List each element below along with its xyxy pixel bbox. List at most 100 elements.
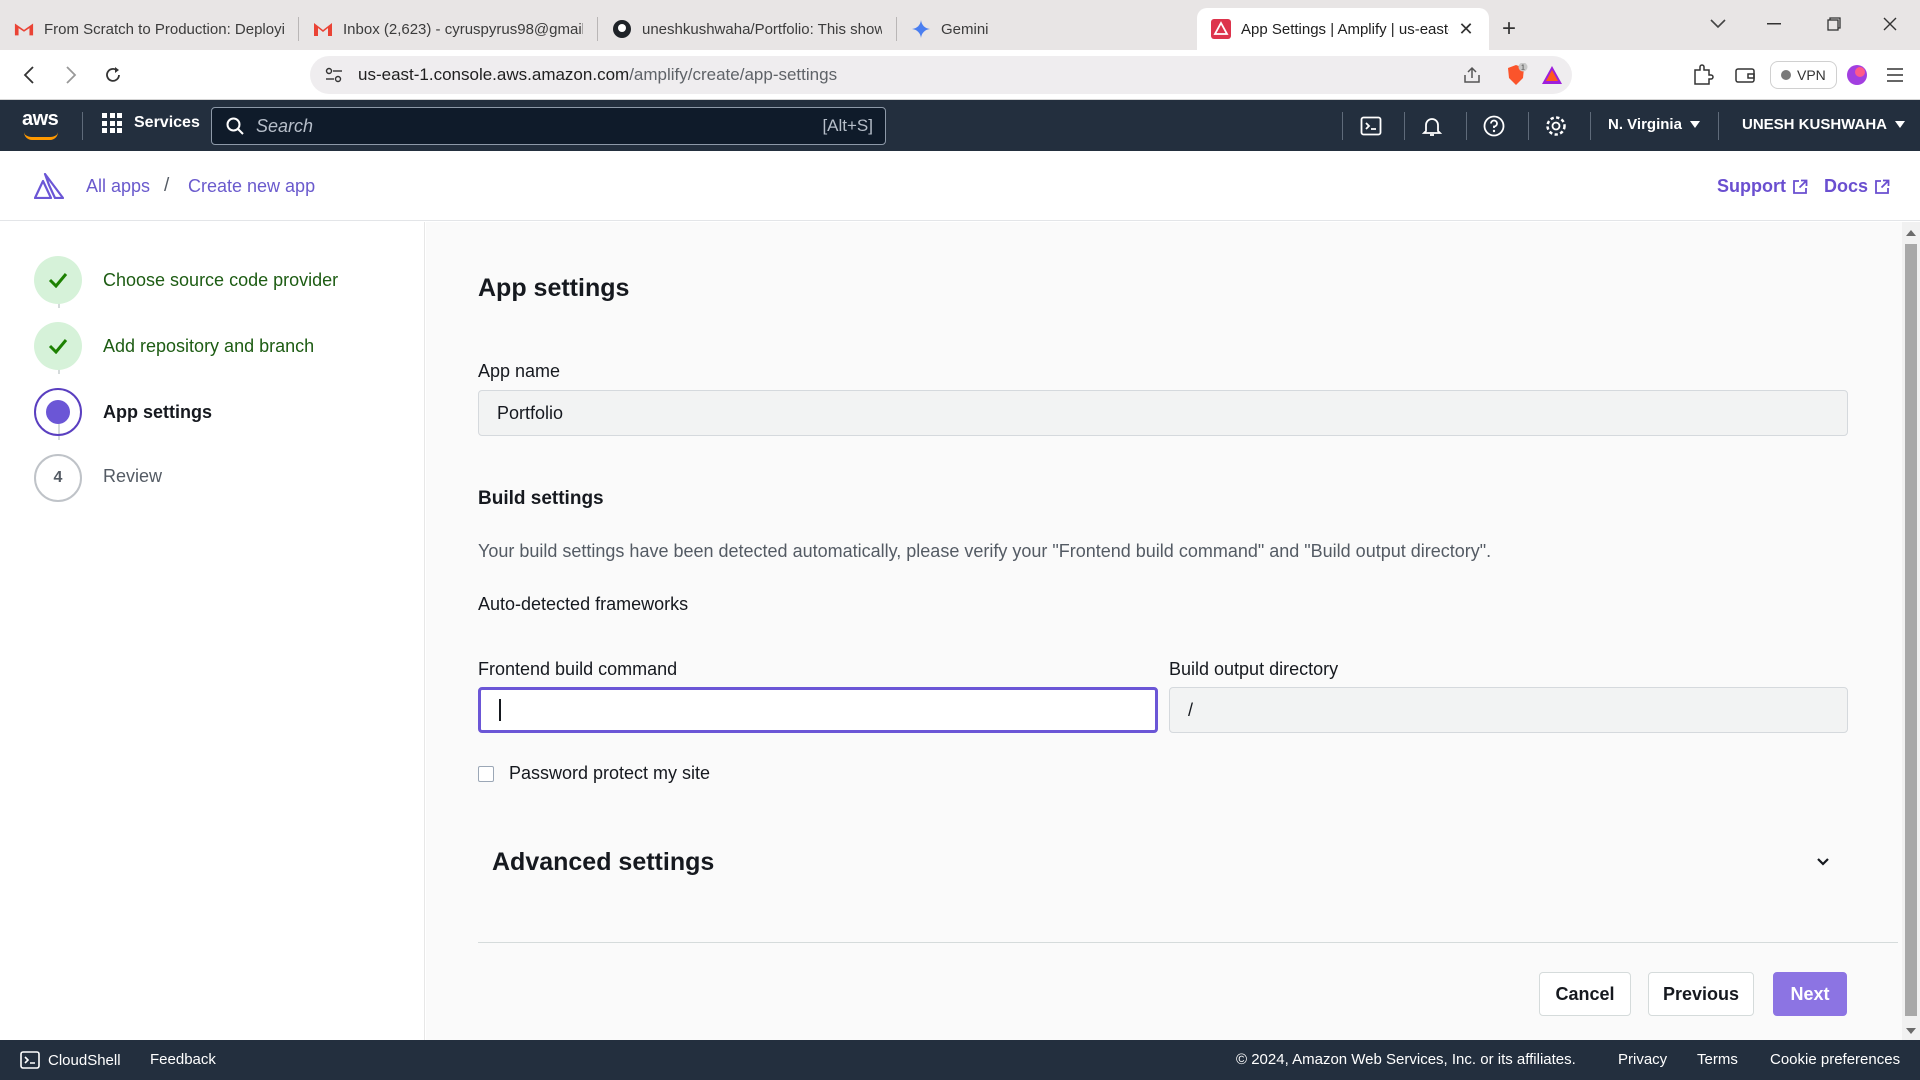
forward-icon[interactable]: [56, 60, 86, 90]
copyright-text: © 2024, Amazon Web Services, Inc. or its…: [1236, 1051, 1576, 1068]
cookie-preferences-link[interactable]: Cookie preferences: [1770, 1051, 1900, 1068]
cloudshell-button[interactable]: CloudShell: [20, 1051, 121, 1069]
chevron-down-icon[interactable]: [1816, 854, 1830, 872]
minimize-icon[interactable]: [1746, 0, 1802, 48]
breadcrumb-separator: /: [164, 175, 170, 196]
password-protect-checkbox[interactable]: Password protect my site: [478, 763, 710, 784]
restore-icon[interactable]: [1806, 0, 1862, 48]
wallet-icon[interactable]: [1732, 62, 1758, 88]
leo-ai-icon[interactable]: [1844, 62, 1870, 88]
next-button[interactable]: Next: [1773, 972, 1847, 1016]
support-link[interactable]: Support: [1717, 176, 1808, 197]
build-settings-heading: Build settings: [478, 488, 604, 509]
address-bar[interactable]: us-east-1.console.aws.amazon.com/amplify…: [310, 56, 1572, 94]
app-name-input[interactable]: Portfolio: [478, 390, 1848, 436]
vpn-status-icon: [1781, 70, 1791, 80]
extensions-icon[interactable]: [1690, 62, 1716, 88]
account-menu[interactable]: UNESH KUSHWAHA: [1742, 116, 1906, 133]
brave-shields-icon[interactable]: 1: [1504, 62, 1528, 92]
nav-divider: [1718, 112, 1719, 140]
site-info-icon[interactable]: [324, 67, 344, 83]
amplify-icon: [1211, 19, 1231, 39]
app-settings-panel: App settings App name Portfolio Build se…: [426, 222, 1902, 1040]
svg-text:1: 1: [1521, 65, 1525, 72]
new-tab-button[interactable]: +: [1489, 8, 1529, 50]
current-step-icon: [34, 388, 82, 436]
browser-tab[interactable]: Inbox (2,623) - cyruspyrus98@gmail: [299, 8, 597, 50]
feedback-link[interactable]: Feedback: [150, 1051, 216, 1068]
services-menu-button[interactable]: Services: [102, 113, 200, 133]
breadcrumb-create-new-app[interactable]: Create new app: [188, 176, 315, 197]
nav-divider: [1528, 112, 1529, 140]
docs-link[interactable]: Docs: [1824, 176, 1890, 197]
wizard-step-repository[interactable]: Add repository and branch: [34, 322, 314, 370]
console-search-input[interactable]: Search [Alt+S]: [211, 107, 886, 145]
breadcrumb-all-apps[interactable]: All apps: [86, 176, 150, 197]
browser-tab[interactable]: Gemini: [897, 8, 1197, 50]
build-output-directory-input[interactable]: /: [1169, 687, 1848, 733]
amplify-header: All apps / Create new app Support Docs: [0, 151, 1920, 221]
advanced-settings-toggle[interactable]: Advanced settings: [492, 848, 714, 877]
gemini-icon: [911, 19, 931, 39]
notifications-bell-icon[interactable]: [1418, 112, 1446, 140]
page-title: App settings: [478, 274, 630, 302]
page-scrollbar[interactable]: [1902, 222, 1920, 1040]
cloudshell-icon[interactable]: [1357, 112, 1385, 140]
back-icon[interactable]: [14, 60, 44, 90]
browser-tab-strip: From Scratch to Production: Deployi Inbo…: [0, 0, 1920, 50]
terms-link[interactable]: Terms: [1697, 1051, 1738, 1068]
reload-icon[interactable]: [98, 60, 128, 90]
app-name-label: App name: [478, 361, 561, 381]
url-text: us-east-1.console.aws.amazon.com/amplify…: [358, 65, 838, 84]
menu-icon[interactable]: [1882, 62, 1908, 88]
scroll-down-icon[interactable]: [1906, 1028, 1916, 1034]
aws-console-nav: aws Services Search [Alt+S] N. Virginia …: [0, 100, 1920, 151]
github-icon: [612, 19, 632, 39]
help-icon[interactable]: [1480, 112, 1508, 140]
scrollbar-thumb[interactable]: [1905, 244, 1917, 1016]
previous-button[interactable]: Previous: [1648, 972, 1754, 1016]
browser-tab-active[interactable]: App Settings | Amplify | us-east- ✕: [1197, 8, 1489, 50]
caret-down-icon: [1689, 121, 1700, 128]
build-settings-description: Your build settings have been detected a…: [478, 541, 1492, 561]
region-selector[interactable]: N. Virginia: [1608, 116, 1700, 133]
aws-logo[interactable]: aws: [22, 108, 59, 140]
close-window-icon[interactable]: [1862, 0, 1918, 48]
gmail-icon: [313, 19, 333, 39]
frontend-build-command-label: Frontend build command: [478, 659, 678, 679]
wizard-step-review: 4 Review: [34, 454, 162, 502]
search-icon: [226, 117, 244, 135]
cloudshell-icon: [20, 1051, 40, 1069]
frontend-build-command-input[interactable]: [478, 687, 1158, 733]
brave-rewards-icon[interactable]: [1540, 64, 1564, 91]
gmail-icon: [14, 19, 34, 39]
external-link-icon: [1793, 179, 1808, 194]
nav-divider: [1404, 112, 1405, 140]
external-link-icon: [1875, 179, 1890, 194]
auto-detected-frameworks-label: Auto-detected frameworks: [478, 594, 689, 614]
share-icon[interactable]: [1462, 65, 1482, 90]
amplify-logo-icon[interactable]: [33, 172, 65, 204]
nav-divider: [82, 112, 83, 140]
nav-divider: [1342, 112, 1343, 140]
cancel-button[interactable]: Cancel: [1539, 972, 1631, 1016]
tab-search-chevron-icon[interactable]: [1690, 0, 1746, 48]
nav-divider: [1466, 112, 1467, 140]
vpn-button[interactable]: VPN: [1770, 61, 1837, 89]
build-output-directory-label: Build output directory: [1169, 659, 1339, 679]
text-cursor: [499, 699, 501, 721]
check-icon: [34, 256, 82, 304]
browser-tab[interactable]: From Scratch to Production: Deployi: [0, 8, 298, 50]
wizard-step-source[interactable]: Choose source code provider: [34, 256, 338, 304]
privacy-link[interactable]: Privacy: [1618, 1051, 1667, 1068]
check-icon: [34, 322, 82, 370]
close-tab-icon[interactable]: ✕: [1457, 19, 1475, 39]
console-footer: CloudShell Feedback © 2024, Amazon Web S…: [0, 1040, 1920, 1080]
settings-gear-icon[interactable]: [1542, 112, 1570, 140]
browser-toolbar: us-east-1.console.aws.amazon.com/amplify…: [0, 50, 1920, 100]
checkbox[interactable]: [478, 765, 494, 782]
scroll-up-icon[interactable]: [1906, 230, 1916, 236]
grid-icon: [102, 113, 122, 133]
section-divider: [478, 942, 1898, 943]
browser-tab[interactable]: uneshkushwaha/Portfolio: This show: [598, 8, 896, 50]
